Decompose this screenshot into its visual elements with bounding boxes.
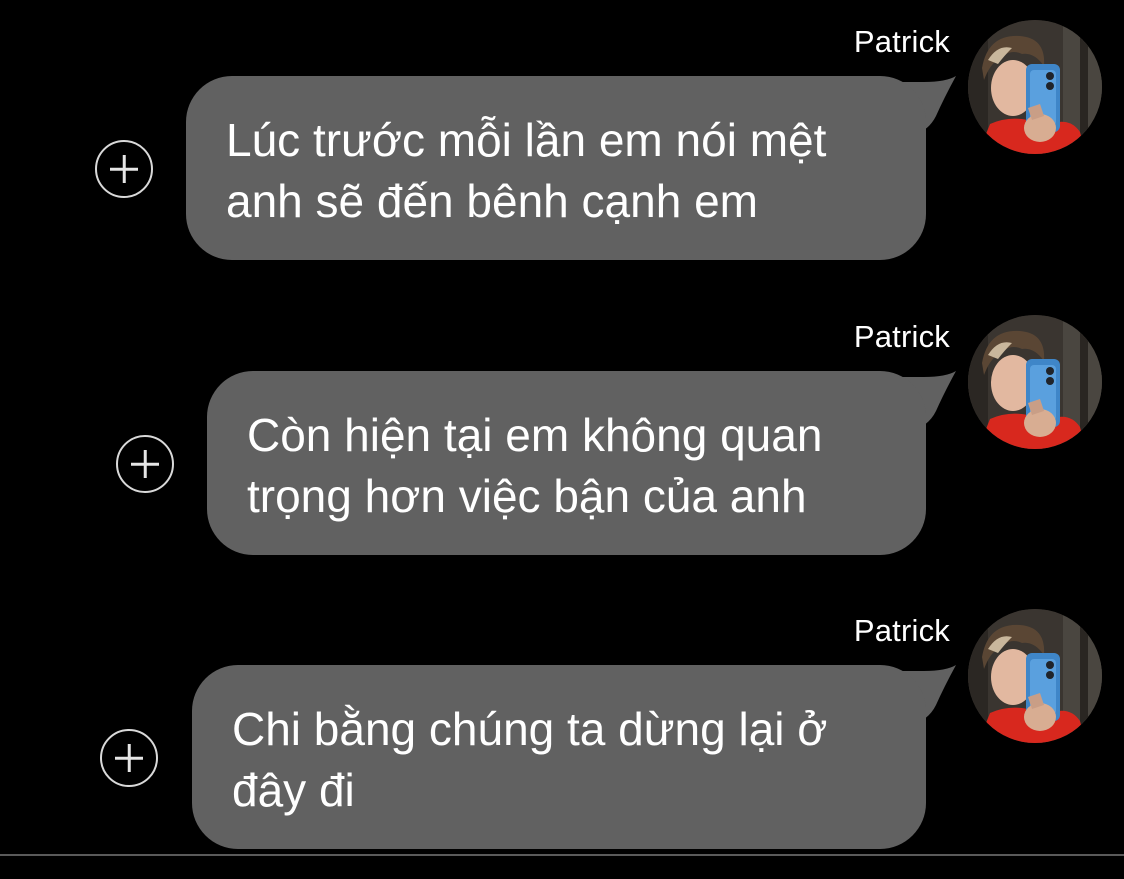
message-group: Patrick Còn hiện tại em không quan trọng…	[0, 295, 1124, 585]
message-group: Patrick Lúc trước mỗi lần em nói mệt anh…	[0, 0, 1124, 290]
message-bubble[interactable]: Lúc trước mỗi lần em nói mệt anh sẽ đến …	[186, 76, 926, 260]
message-text-line: Chi bằng chúng ta dừng lại ở	[232, 703, 828, 755]
message-bubble[interactable]: Còn hiện tại em không quan trọng hơn việ…	[207, 371, 926, 555]
sender-name: Patrick	[853, 24, 950, 59]
composer-divider	[0, 854, 1124, 856]
message-text-line: Lúc trước mỗi lần em nói mệt	[226, 114, 827, 166]
avatar-photo	[968, 315, 1102, 449]
add-reaction-button[interactable]	[100, 729, 158, 787]
avatar-photo	[968, 609, 1102, 743]
add-reaction-button[interactable]	[116, 435, 174, 493]
avatar[interactable]	[968, 20, 1102, 154]
message-text-line: Còn hiện tại em không quan	[247, 409, 823, 461]
message-group: Patrick Chi bằng chúng ta dừng lại ở đây…	[0, 589, 1124, 879]
message-bubble-wrap: Còn hiện tại em không quan trọng hơn việ…	[207, 371, 956, 557]
avatar-photo	[968, 20, 1102, 154]
message-bubble-wrap: Lúc trước mỗi lần em nói mệt anh sẽ đến …	[186, 76, 956, 262]
avatar[interactable]	[968, 315, 1102, 449]
message-text-line: anh sẽ đến bênh cạnh em	[226, 175, 758, 227]
message-text-line: đây đi	[232, 764, 355, 816]
sender-name: Patrick	[853, 613, 950, 648]
message-bubble[interactable]: Chi bằng chúng ta dừng lại ở đây đi	[192, 665, 926, 849]
sender-name: Patrick	[853, 319, 950, 354]
message-bubble-wrap: Chi bằng chúng ta dừng lại ở đây đi	[192, 665, 956, 851]
message-text-line: trọng hơn việc bận của anh	[247, 470, 807, 522]
avatar[interactable]	[968, 609, 1102, 743]
add-reaction-button[interactable]	[95, 140, 153, 198]
